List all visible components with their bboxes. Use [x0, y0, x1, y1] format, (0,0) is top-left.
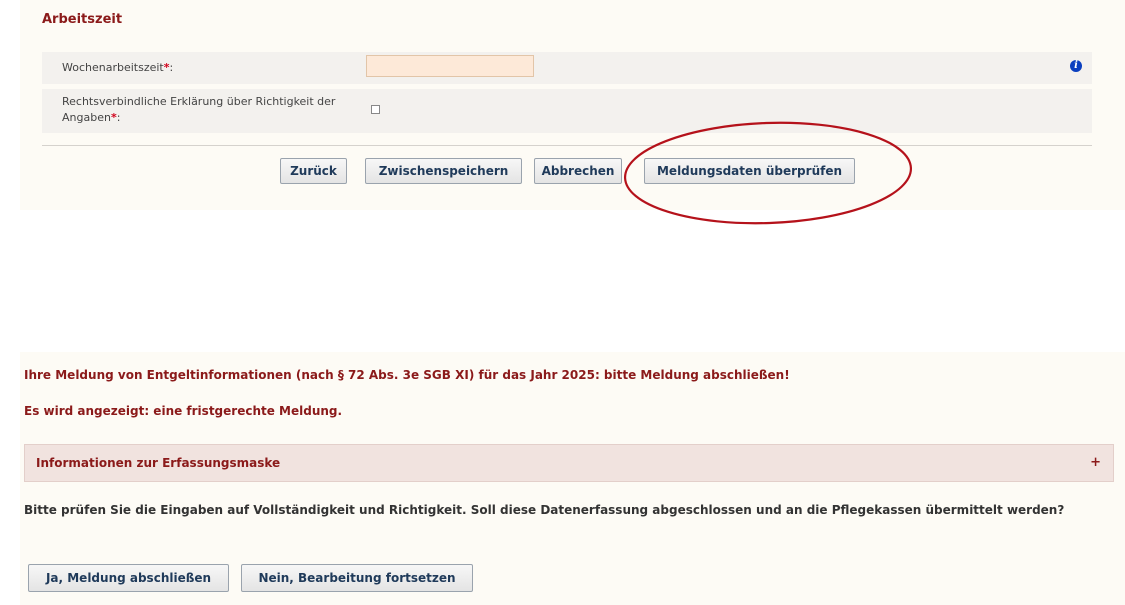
field-label: Wochenarbeitszeit*: — [62, 60, 173, 76]
status-text: Es wird angezeigt: eine fristgerechte Me… — [24, 404, 343, 418]
save-draft-button[interactable]: Zwischenspeichern — [365, 158, 522, 184]
info-icon[interactable]: i — [1070, 60, 1082, 72]
field-label-text: Rechtsverbindliche Erklärung über Richti… — [62, 95, 336, 124]
label-suffix: : — [116, 111, 121, 124]
field-label: Rechtsverbindliche Erklärung über Richti… — [62, 94, 362, 126]
info-accordion[interactable]: Informationen zur Erfassungsmaske + — [24, 444, 1114, 482]
label-suffix: : — [169, 61, 174, 74]
confirm-question: Bitte prüfen Sie die Eingaben auf Vollst… — [24, 503, 1065, 517]
form-row-wochenarbeitszeit: Wochenarbeitszeit*: i — [42, 52, 1092, 84]
highlight-circle — [623, 121, 913, 225]
back-button[interactable]: Zurück — [280, 158, 347, 184]
accordion-label: Informationen zur Erfassungsmaske — [36, 456, 281, 470]
erklaerung-checkbox[interactable] — [371, 105, 380, 114]
cancel-button[interactable]: Abbrechen — [534, 158, 622, 184]
wochenarbeitszeit-input[interactable] — [366, 55, 534, 77]
field-label-text: Wochenarbeitszeit — [62, 61, 164, 74]
confirm-heading: Ihre Meldung von Entgeltinformationen (n… — [24, 368, 790, 382]
continue-editing-button[interactable]: Nein, Bearbeitung fortsetzen — [241, 564, 473, 592]
form-row-erklaerung: Rechtsverbindliche Erklärung über Richti… — [42, 89, 1092, 133]
section-title: Arbeitszeit — [42, 12, 123, 27]
divider — [42, 145, 1092, 146]
confirm-yes-button[interactable]: Ja, Meldung abschließen — [28, 564, 229, 592]
plus-icon[interactable]: + — [1090, 455, 1101, 470]
